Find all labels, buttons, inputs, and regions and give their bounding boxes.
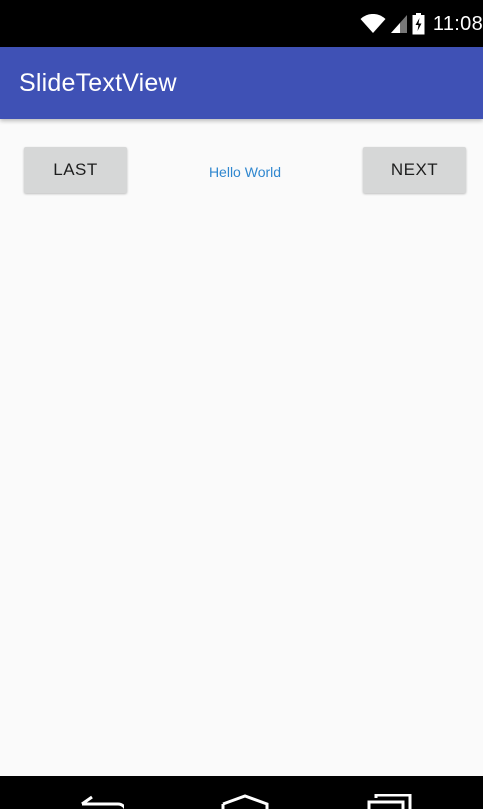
back-icon[interactable] <box>78 794 127 809</box>
home-icon[interactable] <box>221 794 269 809</box>
battery-charging-icon <box>412 13 425 35</box>
recents-icon[interactable] <box>366 793 414 809</box>
wifi-icon <box>360 14 386 34</box>
navigation-bar <box>0 776 483 809</box>
main-content: LAST Hello World NEXT <box>0 119 483 776</box>
next-button[interactable]: NEXT <box>363 147 466 193</box>
hello-world-text: Hello World <box>208 164 282 180</box>
app-bar: SlideTextView <box>0 47 483 119</box>
status-bar: 11:08 <box>0 0 483 47</box>
status-time: 11:08 <box>432 12 483 35</box>
signal-icon <box>390 14 408 34</box>
last-button[interactable]: LAST <box>24 147 127 193</box>
screen: 11:08 SlideTextView LAST Hello World NEX… <box>0 0 483 809</box>
app-title: SlideTextView <box>19 68 177 97</box>
status-icons: 11:08 <box>360 12 483 36</box>
